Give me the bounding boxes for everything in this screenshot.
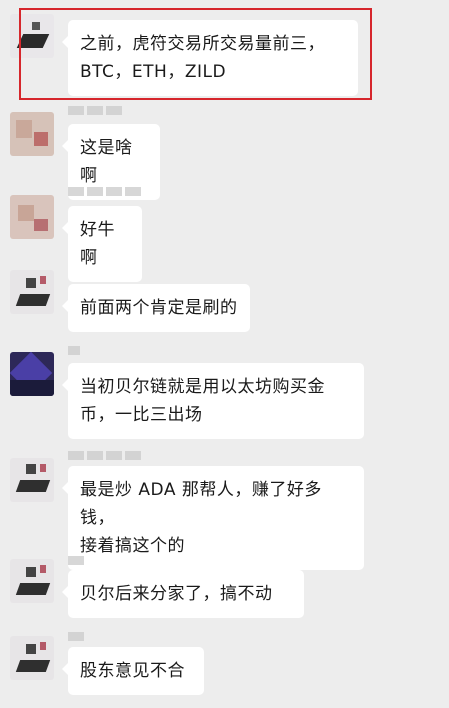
sender-name [68, 346, 80, 355]
message-bubble[interactable]: 前面两个肯定是刷的 [62, 284, 250, 332]
avatar[interactable] [10, 195, 54, 239]
sender-name [68, 556, 84, 565]
message-bubble[interactable]: 最是炒 ADA 那帮人，赚了好多钱， 接着搞这个的 [62, 466, 364, 570]
message-bubble[interactable]: 当初贝尔链就是用以太坊购买金 币，一比三出场 [62, 363, 364, 439]
sender-name [68, 106, 122, 115]
highlight-box [19, 8, 372, 100]
sender-name [68, 451, 141, 460]
sender-name [68, 187, 141, 196]
avatar[interactable] [10, 458, 54, 502]
avatar[interactable] [10, 559, 54, 603]
avatar[interactable] [10, 352, 54, 396]
avatar[interactable] [10, 636, 54, 680]
message-bubble[interactable]: 好牛啊 [62, 206, 142, 282]
avatar[interactable] [10, 270, 54, 314]
sender-name [68, 632, 84, 641]
avatar[interactable] [10, 112, 54, 156]
message-bubble[interactable]: 贝尔后来分家了，搞不动 [62, 570, 304, 618]
message-bubble[interactable]: 股东意见不合 [62, 647, 204, 695]
